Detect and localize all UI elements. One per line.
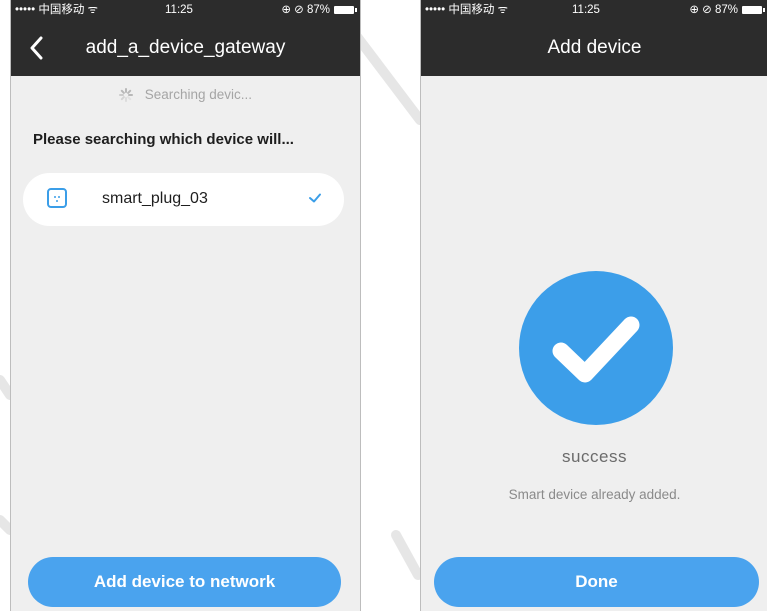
- chevron-left-icon: [30, 36, 43, 60]
- done-button[interactable]: Done: [434, 557, 759, 607]
- device-prompt: Please searching which device will...: [33, 131, 294, 148]
- page-title: add_a_device_gateway: [85, 37, 286, 58]
- nav-bar: Add device: [421, 20, 767, 76]
- page-title: Add device: [547, 37, 642, 58]
- status-indicators: ⊕ ⊘ 87%: [281, 4, 330, 16]
- device-list-item[interactable]: smart_plug_03: [23, 173, 344, 226]
- left-phone-screen: ••••• 中国移动 ᯤ 11:25 ⊕ ⊘ 87% add_a_device_…: [10, 0, 361, 611]
- clock: 11:25: [165, 4, 193, 16]
- carrier-label: ••••• 中国移动 ᯤ: [425, 4, 509, 16]
- battery-icon: [334, 6, 357, 14]
- success-title: success: [562, 447, 627, 466]
- smart-plug-icon: [47, 188, 67, 208]
- searching-status: Searching devic...: [11, 87, 360, 103]
- spinner-icon: [118, 88, 133, 103]
- success-message: Smart device already added.: [508, 487, 681, 502]
- back-button[interactable]: [21, 20, 51, 76]
- carrier-label: ••••• 中国移动 ᯤ: [15, 4, 99, 16]
- checkmark-icon: [552, 316, 640, 383]
- device-name: smart_plug_03: [102, 190, 208, 207]
- clock: 11:25: [572, 4, 600, 16]
- battery-icon: [742, 6, 765, 14]
- status-bar: ••••• 中国移动 ᯤ 11:25 ⊕ ⊘ 87%: [11, 0, 360, 20]
- status-bar: ••••• 中国移动 ᯤ 11:25 ⊕ ⊘ 87%: [421, 0, 767, 20]
- checkmark-icon: [309, 193, 321, 203]
- searching-label: Searching devic...: [144, 87, 253, 102]
- right-phone-screen: ••••• 中国移动 ᯤ 11:25 ⊕ ⊘ 87% Add device su…: [420, 0, 767, 611]
- status-indicators: ⊕ ⊘ 87%: [689, 4, 738, 16]
- add-device-to-network-button[interactable]: Add device to network: [28, 557, 341, 607]
- success-badge: [519, 271, 673, 425]
- nav-bar: add_a_device_gateway: [11, 20, 360, 76]
